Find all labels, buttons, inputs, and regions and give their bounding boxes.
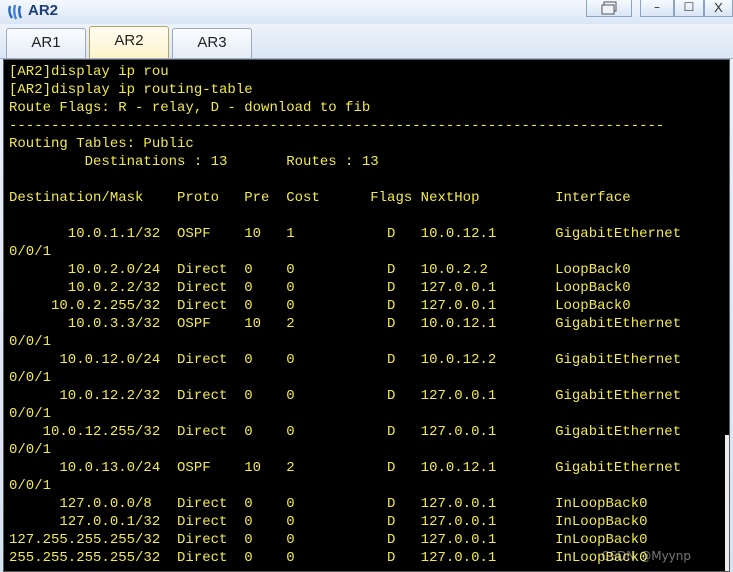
terminal-line: ----------------------------------------… (9, 118, 665, 134)
terminal-line: 10.0.13.0/24 OSPF 10 2 D 10.0.12.1 Gigab… (9, 460, 682, 476)
tab-ar1[interactable]: AR1 (6, 28, 86, 58)
terminal-line: [AR2]display ip routing-table (9, 82, 253, 98)
maximize-button[interactable]: ☐ (674, 0, 704, 17)
huawei-router-icon (8, 4, 23, 20)
terminal-line: 10.0.12.2/32 Direct 0 0 D 127.0.0.1 Giga… (9, 388, 682, 404)
terminal-output: [AR2]display ip rou [AR2]display ip rout… (9, 63, 681, 567)
terminal-line: 10.0.1.1/32 OSPF 10 1 D 10.0.12.1 Gigabi… (9, 226, 682, 242)
terminal-line: 0/0/1 (9, 370, 52, 386)
terminal-console[interactable]: [AR2]display ip rou [AR2]display ip rout… (3, 59, 730, 572)
terminal-line: 0/0/1 (9, 478, 52, 494)
terminal-line: 0/0/1 (9, 442, 52, 458)
restore-icon (601, 1, 617, 15)
terminal-line: Destinations : 13 Routes : 13 (9, 154, 379, 170)
watermark: CSDN @Myynp (601, 549, 691, 563)
device-tab-bar: AR1 AR2 AR3 (0, 24, 733, 59)
title-bar[interactable]: AR2 – ☐ X (0, 0, 733, 24)
terminal-line: 10.0.2.255/32 Direct 0 0 D 127.0.0.1 Loo… (9, 298, 631, 314)
terminal-line: [AR2]display ip rou (9, 64, 169, 80)
terminal-line: 0/0/1 (9, 334, 52, 350)
terminal-line: Route Flags: R - relay, D - download to … (9, 100, 371, 116)
terminal-line: 10.0.3.3/32 OSPF 10 2 D 10.0.12.1 Gigabi… (9, 316, 682, 332)
terminal-line: 10.0.12.0/24 Direct 0 0 D 10.0.12.2 Giga… (9, 352, 682, 368)
terminal-line: 10.0.2.2/32 Direct 0 0 D 127.0.0.1 LoopB… (9, 280, 631, 296)
terminal-scrollbar[interactable] (725, 435, 729, 571)
window-title: AR2 (28, 2, 59, 19)
terminal-line: 0/0/1 (9, 406, 52, 422)
terminal-line: Destination/Mask Proto Pre Cost Flags Ne… (9, 190, 631, 206)
terminal-line: 0/0/1 (9, 244, 52, 260)
terminal-line: Routing Tables: Public (9, 136, 194, 152)
close-button[interactable]: X (704, 0, 733, 17)
tab-ar3[interactable]: AR3 (172, 28, 252, 58)
terminal-line: 127.0.0.0/8 Direct 0 0 D 127.0.0.1 InLoo… (9, 496, 648, 512)
tab-ar2[interactable]: AR2 (89, 26, 169, 58)
terminal-line: 10.0.12.255/32 Direct 0 0 D 127.0.0.1 Gi… (9, 424, 682, 440)
minimize-button[interactable]: – (640, 0, 674, 17)
terminal-line: 10.0.2.0/24 Direct 0 0 D 10.0.2.2 LoopBa… (9, 262, 631, 278)
terminal-line: 127.0.0.1/32 Direct 0 0 D 127.0.0.1 InLo… (9, 514, 648, 530)
restore-button[interactable] (586, 0, 632, 17)
terminal-line: 127.255.255.255/32 Direct 0 0 D 127.0.0.… (9, 532, 648, 548)
terminal-line: 255.255.255.255/32 Direct 0 0 D 127.0.0.… (9, 550, 648, 566)
device-console-window: AR2 – ☐ X AR1 AR2 AR3 [AR2]display ip ro… (0, 0, 733, 572)
